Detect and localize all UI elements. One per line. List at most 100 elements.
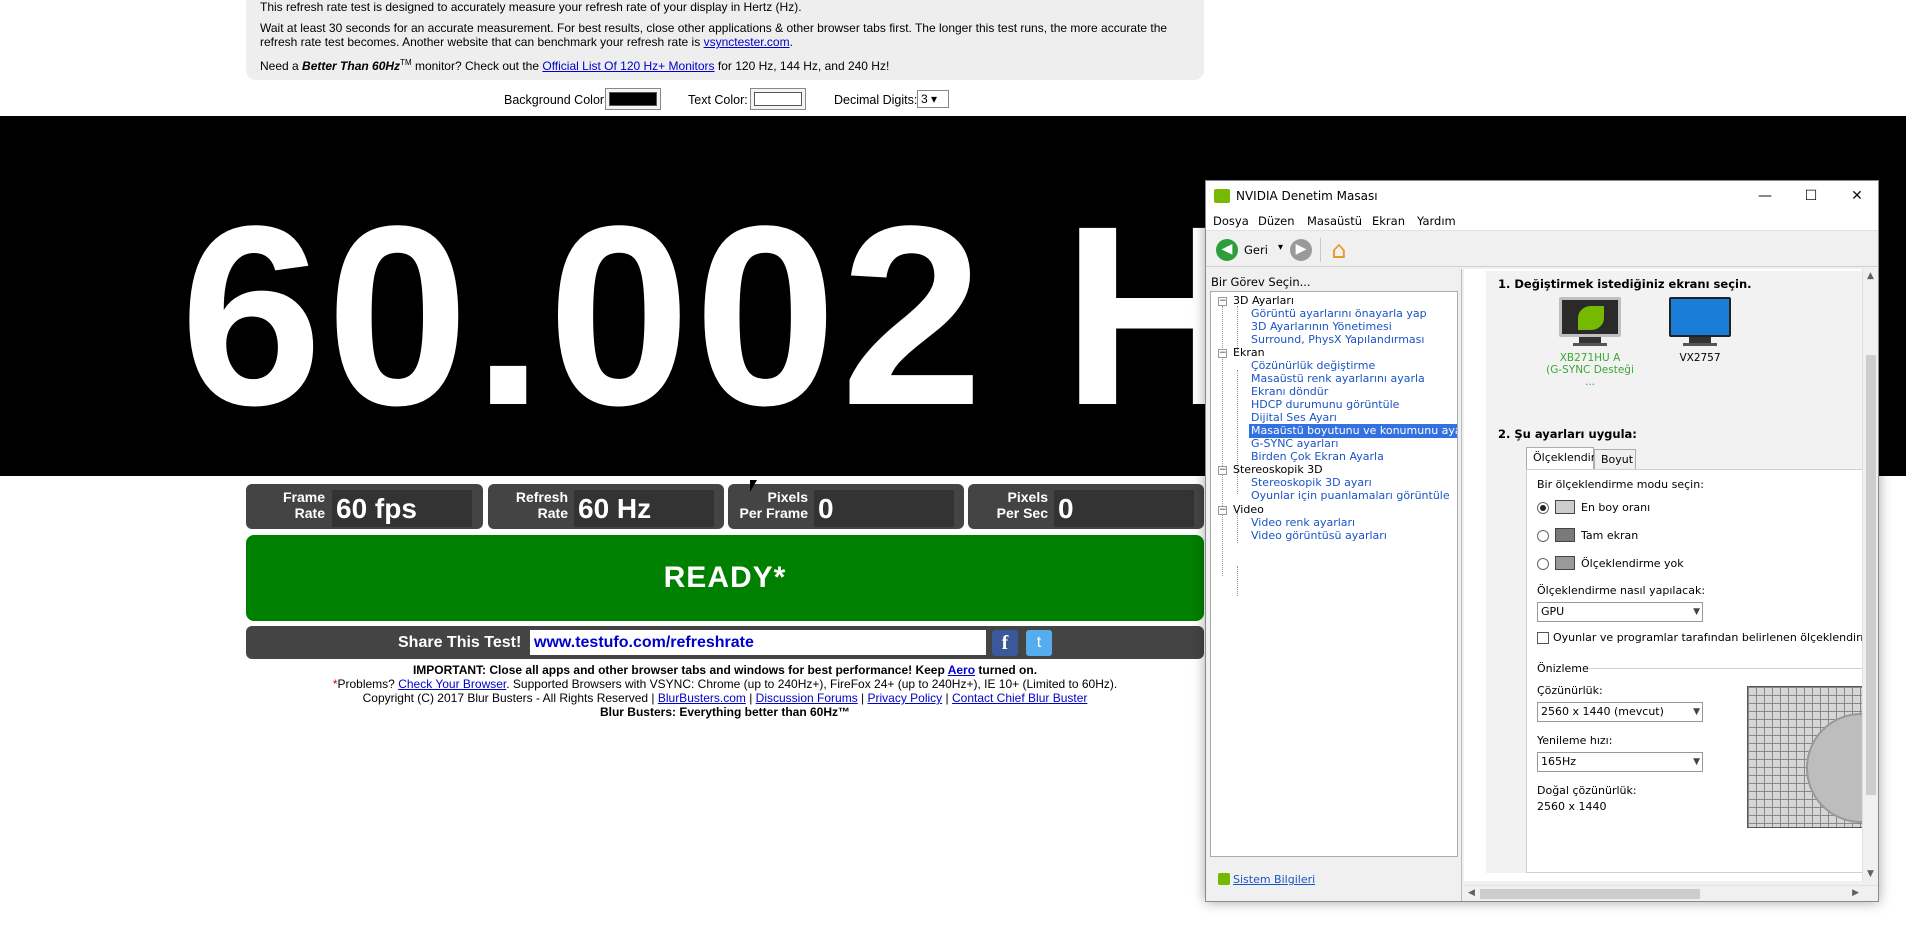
menu-yardim[interactable]: Yardım (1417, 214, 1456, 228)
check-browser-link[interactable]: Check Your Browser (398, 677, 506, 691)
facebook-icon[interactable]: f (992, 630, 1018, 656)
privacy-link[interactable]: Privacy Policy (868, 691, 943, 705)
monitor-icon (1669, 297, 1731, 337)
tree-item-hdcp[interactable]: HDCP durumunu görüntüle (1251, 398, 1399, 412)
override-checkbox[interactable] (1537, 632, 1549, 644)
collapse-icon[interactable]: − (1218, 349, 1227, 358)
aero-link[interactable]: Aero (948, 663, 975, 677)
monitor-xb271hu[interactable]: XB271HU A (G-SYNC Desteği ... (1542, 297, 1638, 388)
important-text-end: turned on. (975, 663, 1038, 677)
collapse-icon[interactable]: − (1218, 297, 1227, 306)
native-resolution-value: 2560 x 1440 (1537, 800, 1607, 813)
problems-note: *Problems? Check Your Browser. Supported… (246, 677, 1204, 691)
tree-item-video-image[interactable]: Video görüntüsü ayarları (1251, 529, 1387, 543)
important-note: IMPORTANT: Close all apps and other brow… (246, 663, 1204, 677)
bg-color-picker[interactable] (605, 88, 661, 110)
close-button[interactable]: ✕ (1834, 181, 1878, 211)
tree-item-digital-audio[interactable]: Dijital Ses Ayarı (1251, 411, 1337, 425)
stat-label: Pixels Per Frame (740, 489, 808, 521)
stat-label: Refresh Rate (516, 489, 568, 521)
tree-item-image-presets[interactable]: Görüntü ayarlarını önayarla yap (1251, 307, 1427, 321)
system-info-link[interactable]: Sistem Bilgileri (1233, 873, 1315, 886)
collapse-icon[interactable]: − (1218, 466, 1227, 475)
text-color-picker[interactable] (750, 88, 806, 110)
nvidia-app-icon (1214, 189, 1230, 203)
tree-item-rotate[interactable]: Ekranı döndür (1251, 385, 1328, 399)
tree-item-gsync[interactable]: G-SYNC ayarları (1251, 437, 1339, 451)
minimize-button[interactable]: — (1742, 181, 1788, 211)
tree-category-3d[interactable]: 3D Ayarları (1233, 294, 1294, 308)
scroll-down-icon[interactable]: ▼ (1867, 869, 1874, 879)
no-scaling-label[interactable]: Ölçeklendirme yok (1581, 557, 1684, 570)
tree-item-desktop-size-position[interactable]: Masaüstü boyutunu ve konumunu ayarla (1249, 424, 1457, 438)
menu-duzen[interactable]: Düzen (1258, 214, 1295, 228)
back-label[interactable]: Geri (1244, 243, 1268, 257)
maximize-button[interactable]: ☐ (1788, 181, 1834, 211)
share-url-field[interactable]: www.testufo.com/refreshrate (530, 630, 986, 655)
tree-category-display[interactable]: Ekran (1233, 346, 1265, 360)
tree-item-desktop-color[interactable]: Masaüstü renk ayarlarını ayarla (1251, 372, 1425, 386)
vsynctester-link[interactable]: vsynctester.com (704, 35, 790, 49)
stat-label-line: Pixels (767, 489, 808, 505)
blurbusters-link[interactable]: BlurBusters.com (658, 691, 746, 705)
resolution-value: 2560 x 1440 (mevcut) (1541, 705, 1664, 718)
toolbar: ◀ Geri ▾ ▶ ⌂ (1206, 233, 1878, 267)
home-icon[interactable]: ⌂ (1326, 237, 1352, 263)
twitter-icon[interactable]: t (1026, 630, 1052, 656)
resolution-select[interactable]: 2560 x 1440 (mevcut) ▼ (1537, 702, 1703, 722)
decimal-digits-select[interactable]: 3 ▾ (917, 90, 949, 108)
text-color-label: Text Color: (688, 93, 748, 107)
forums-link[interactable]: Discussion Forums (756, 691, 858, 705)
system-info[interactable]: Sistem Bilgileri (1218, 873, 1315, 886)
preview-label: Önizleme (1537, 662, 1589, 675)
scroll-right-icon[interactable]: ▶ (1852, 888, 1859, 898)
radio-aspect-ratio[interactable] (1537, 502, 1549, 514)
tree-item-multi-display[interactable]: Birden Çok Ekran Ayarla (1251, 450, 1384, 464)
tree-item-surround-physx[interactable]: Surround, PhysX Yapılandırması (1251, 333, 1424, 347)
refresh-rate-label: Yenileme hızı: (1537, 734, 1613, 747)
tab-scaling[interactable]: Ölçeklendirme (1526, 447, 1613, 470)
tagline-text: Blur Busters: Everything better than 60H… (599, 705, 851, 719)
tab-size[interactable]: Boyut (1594, 449, 1636, 469)
aspect-ratio-label[interactable]: En boy oranı (1581, 501, 1650, 514)
tree-item-stereo-setup[interactable]: Stereoskopik 3D ayarı (1251, 476, 1372, 490)
back-arrow-icon[interactable]: ◀ (1216, 239, 1238, 261)
scaling-method-select[interactable]: GPU ▼ (1537, 602, 1703, 622)
refresh-rate-select[interactable]: 165Hz ▼ (1537, 752, 1703, 772)
nvidia-control-panel-window: NVIDIA Denetim Masası — ☐ ✕ Dosya Düzen … (1205, 180, 1879, 902)
info-box: This refresh rate test is designed to ac… (246, 0, 1204, 80)
stat-pixels-per-frame: Pixels Per Frame 0 (728, 484, 964, 529)
vertical-scrollbar[interactable]: ▲ ▼ (1862, 269, 1878, 881)
radio-full-screen[interactable] (1537, 530, 1549, 542)
back-dropdown-icon[interactable]: ▾ (1278, 242, 1283, 253)
monitor-vx2757[interactable]: VX2757 (1652, 297, 1748, 364)
forward-arrow-icon[interactable]: ▶ (1290, 239, 1312, 261)
tree-item-3d-manage[interactable]: 3D Ayarlarının Yönetimesi (1251, 320, 1392, 334)
monitor-list-link[interactable]: Official List Of 120 Hz+ Monitors (542, 59, 714, 73)
stat-value: 0 (814, 490, 954, 527)
scroll-thumb[interactable] (1866, 355, 1876, 795)
step2-heading: 2. Şu ayarları uygula: (1498, 427, 1637, 441)
collapse-icon[interactable]: − (1218, 506, 1227, 515)
tree-item-video-color[interactable]: Video renk ayarları (1251, 516, 1355, 530)
contact-link[interactable]: Contact Chief Blur Buster (952, 691, 1087, 705)
nvidia-logo-icon (1578, 306, 1604, 330)
tree-item-game-ratings[interactable]: Oyunlar için puanlamaları görüntüle (1251, 489, 1450, 503)
stat-pixels-per-sec: Pixels Per Sec 0 (968, 484, 1204, 529)
tree-category-video[interactable]: Video (1233, 503, 1264, 517)
menu-masaustu[interactable]: Masaüstü (1307, 214, 1362, 228)
hscroll-thumb[interactable] (1480, 889, 1700, 899)
title-bar[interactable]: NVIDIA Denetim Masası — ☐ ✕ (1206, 181, 1878, 211)
stat-value: 60 Hz (574, 490, 714, 527)
horizontal-scrollbar[interactable]: ◀ ▶ (1464, 885, 1878, 901)
scroll-up-icon[interactable]: ▲ (1867, 271, 1874, 281)
stat-label-line: Per Sec (996, 505, 1048, 521)
tree-category-stereo[interactable]: Stereoskopik 3D (1233, 463, 1323, 477)
tree-item-resolution[interactable]: Çözünürlük değiştirme (1251, 359, 1375, 373)
full-screen-label[interactable]: Tam ekran (1581, 529, 1638, 542)
override-label[interactable]: Oyunlar ve programlar tarafından belirle… (1553, 631, 1878, 644)
scroll-left-icon[interactable]: ◀ (1468, 888, 1475, 898)
menu-dosya[interactable]: Dosya (1213, 214, 1249, 228)
radio-no-scaling[interactable] (1537, 558, 1549, 570)
menu-ekran[interactable]: Ekran (1372, 214, 1405, 228)
